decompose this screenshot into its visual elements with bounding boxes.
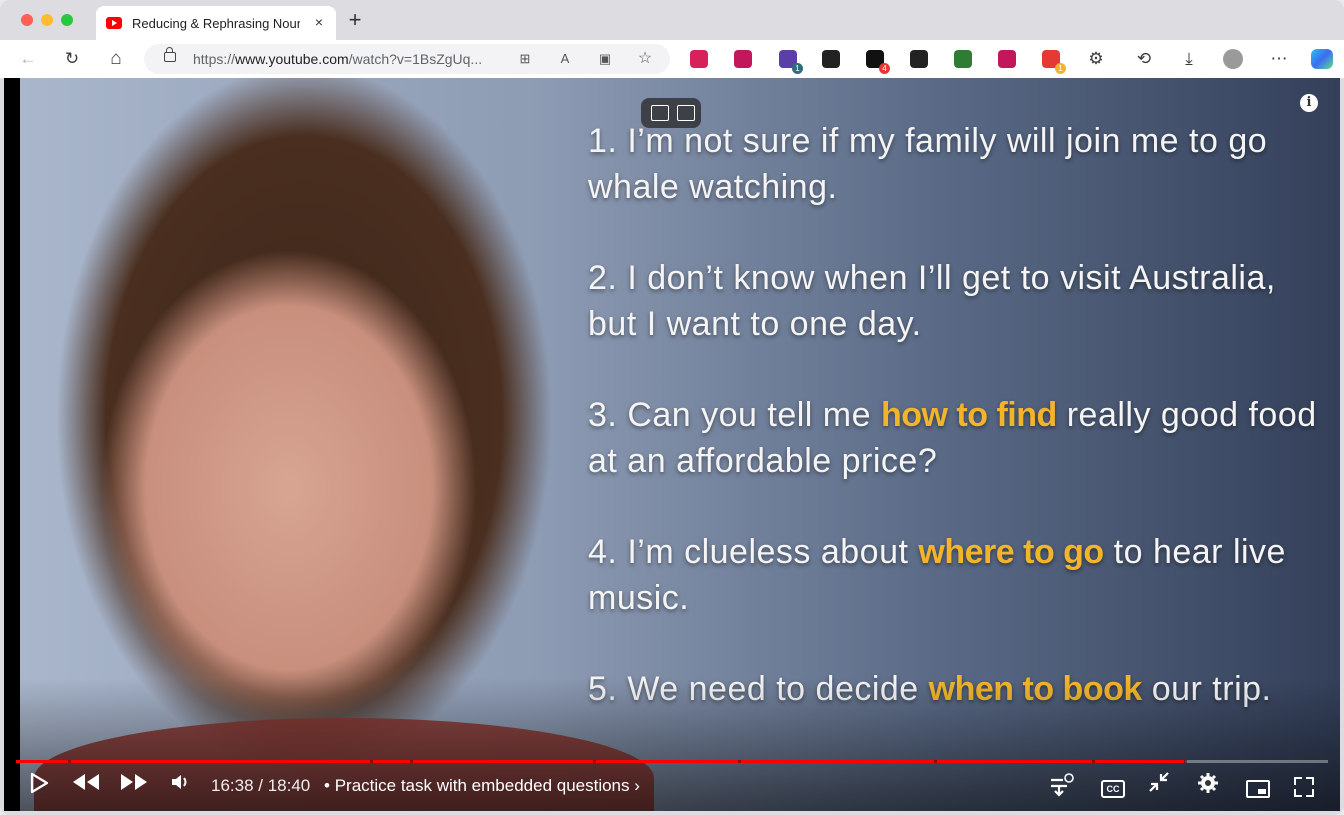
resize-icon[interactable] <box>651 105 669 121</box>
enhance-video-icon[interactable] <box>677 105 695 121</box>
progress-played <box>16 760 1185 763</box>
youtube-ext-icon[interactable] <box>690 50 708 68</box>
maximize-window-button[interactable] <box>61 14 73 26</box>
lock-icon[interactable] <box>164 47 176 62</box>
slide-item-number: 2. <box>588 259 628 297</box>
split-screen-icon[interactable]: ⊞ <box>516 50 534 68</box>
chapter-marker <box>1183 760 1187 763</box>
record-ext-icon[interactable] <box>910 50 928 68</box>
miniplayer-controls <box>641 98 701 128</box>
more-menu-icon[interactable]: ⋯ <box>1269 49 1289 69</box>
miniplayer-icon[interactable] <box>1246 780 1270 798</box>
volume-icon[interactable] <box>170 772 192 802</box>
chapter-marker <box>1091 760 1095 763</box>
read-aloud-icon[interactable]: A <box>556 50 574 68</box>
puzzle-ext-icon[interactable]: 1 <box>779 50 803 74</box>
history-icon[interactable]: ⟲ <box>1134 49 1154 69</box>
slide-item-number: 1. <box>588 122 628 160</box>
time-display: 16:38 / 18:40 <box>211 776 311 795</box>
chapter-marker <box>68 760 72 763</box>
dark-ext-icon[interactable]: 4 <box>866 50 890 74</box>
chapter-marker <box>593 760 597 763</box>
download-ext-icon[interactable] <box>954 50 972 68</box>
youtube-favicon-icon <box>106 17 122 29</box>
slide-item-1: 1. I’m not sure if my family will join m… <box>588 118 1328 210</box>
slide-item-3: 3. Can you tell me how to find really go… <box>588 392 1328 484</box>
forward-button[interactable] <box>118 772 150 802</box>
minimize-window-button[interactable] <box>41 14 53 26</box>
slide-item-4: 4. I’m clueless about where to go to hea… <box>588 529 1328 621</box>
fullscreen-icon[interactable] <box>1294 777 1314 797</box>
chapter-marker <box>409 760 413 763</box>
slide-item-number: 3. <box>588 396 628 434</box>
autoplay-settings-icon[interactable] <box>1047 772 1074 802</box>
extensions-puzzle-icon[interactable]: ⚙ <box>1086 49 1106 69</box>
browser-window: Reducing & Rephrasing Noun C × + ← ↻ ⌂ h… <box>0 0 1344 815</box>
browser-toolbar: ← ↻ ⌂ https://www.youtube.com/watch?v=1B… <box>0 40 1344 79</box>
slide-item-text: I don’t know when I’ll get to visit Aust… <box>588 259 1276 343</box>
cross-ext-icon[interactable] <box>822 50 840 68</box>
extension-badge: 1 <box>1055 63 1066 74</box>
home-button[interactable]: ⌂ <box>106 49 126 69</box>
app-install-icon[interactable]: ▣ <box>596 50 614 68</box>
chapter-marker <box>934 760 938 763</box>
slide-item-highlight: how to find <box>880 396 1057 434</box>
chapter-button[interactable]: • Practice task with embedded questions … <box>324 776 640 796</box>
slide-item-text: Can you tell me <box>627 396 881 434</box>
close-window-button[interactable] <box>21 14 33 26</box>
play-button[interactable] <box>28 772 50 802</box>
slide-item-number: 4. <box>588 533 628 571</box>
chapter-marker <box>370 760 374 763</box>
info-icon[interactable]: i <box>1300 94 1318 112</box>
active-tab[interactable]: Reducing & Rephrasing Noun C × <box>96 6 336 40</box>
tab-close-icon[interactable]: × <box>310 13 328 31</box>
slide-item-text: I’m clueless about <box>627 533 919 571</box>
progress-bar[interactable] <box>16 760 1328 763</box>
red-dot-ext-icon[interactable]: 1 <box>1042 50 1066 74</box>
copilot-icon[interactable] <box>1311 49 1333 69</box>
reload-button[interactable]: ↻ <box>62 49 82 69</box>
trello-ext-icon[interactable] <box>998 50 1016 68</box>
chapter-marker <box>737 760 741 763</box>
exit-theater-icon[interactable] <box>1148 772 1170 802</box>
url-text[interactable]: https://www.youtube.com/watch?v=1BsZgUq.… <box>193 51 482 67</box>
extension-badge: 1 <box>792 63 803 74</box>
profile-avatar[interactable] <box>1223 49 1243 69</box>
back-button[interactable]: ← <box>18 49 38 69</box>
downloads-icon[interactable]: ⤓ <box>1179 49 1199 69</box>
video-player[interactable]: 1. I’m not sure if my family will join m… <box>4 78 1340 811</box>
settings-gear-icon[interactable] <box>1196 772 1220 802</box>
magnifier-ext-icon[interactable] <box>734 50 752 68</box>
slide-item-text: I’m not sure if my family will join me t… <box>588 122 1268 206</box>
slide-text: 1. I’m not sure if my family will join m… <box>588 118 1328 757</box>
address-bar[interactable]: https://www.youtube.com/watch?v=1BsZgUq.… <box>144 44 670 74</box>
rewind-button[interactable] <box>70 772 102 802</box>
subtitles-button[interactable]: CC <box>1101 780 1125 798</box>
favorite-star-icon[interactable]: ☆ <box>636 50 654 68</box>
extension-badge: 4 <box>879 63 890 74</box>
controls-gradient <box>4 678 1340 811</box>
slide-item-2: 2. I don’t know when I’ll get to visit A… <box>588 255 1328 347</box>
new-tab-button[interactable]: + <box>344 9 366 32</box>
slide-item-highlight: where to go <box>918 533 1104 571</box>
tab-strip: Reducing & Rephrasing Noun C × + <box>0 0 1344 40</box>
tab-title: Reducing & Rephrasing Noun C <box>132 16 300 31</box>
